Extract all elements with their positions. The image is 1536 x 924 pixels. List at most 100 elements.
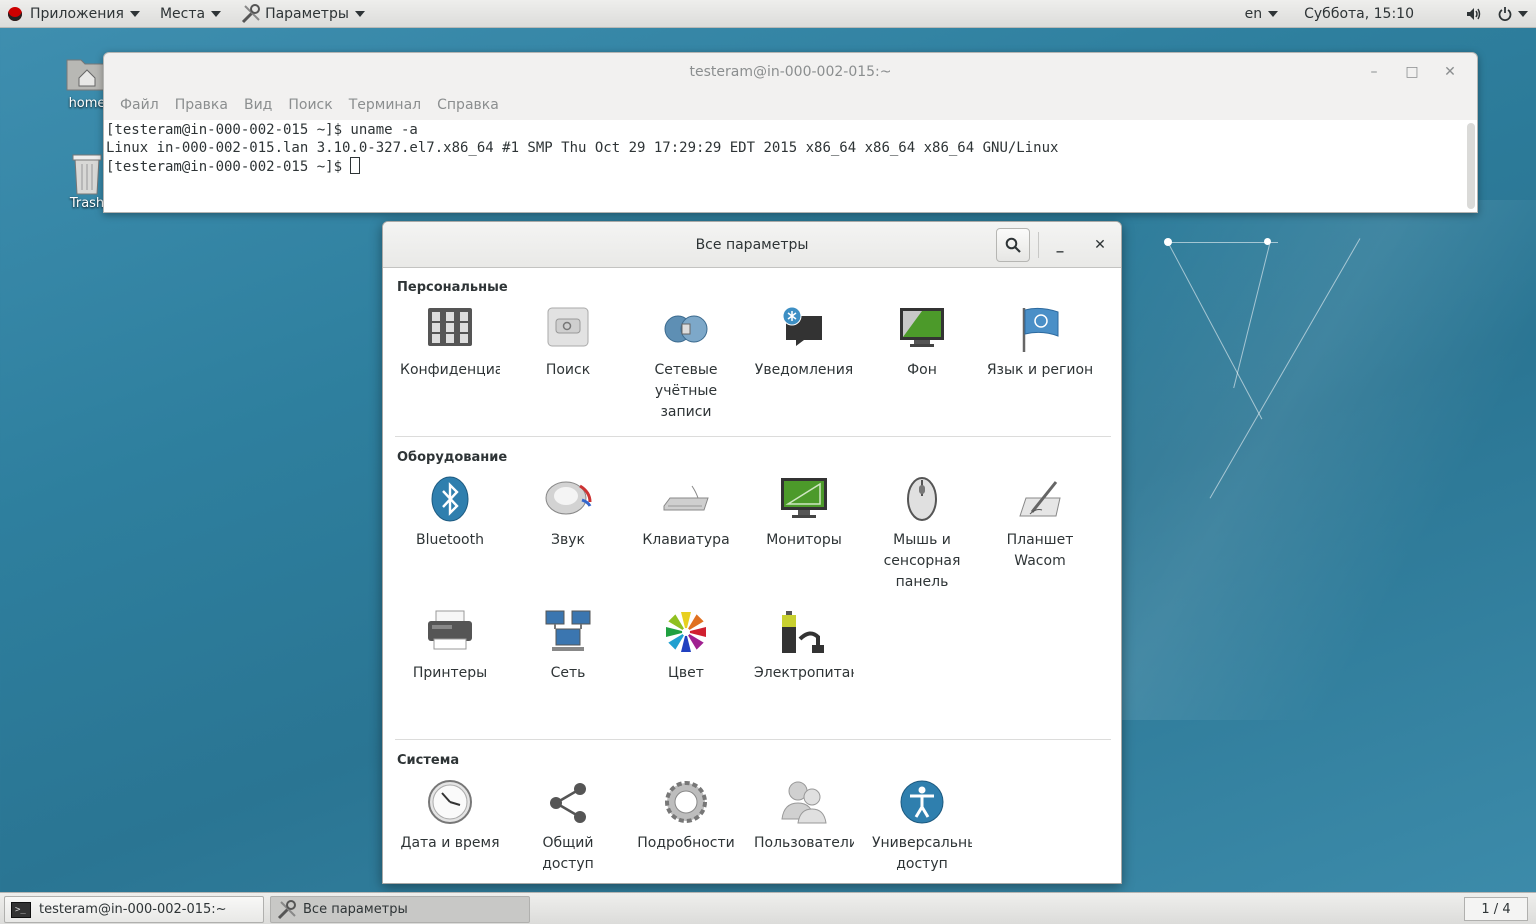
minimize-button[interactable]: – bbox=[1355, 53, 1393, 91]
panel-label: Мышь и сенсорная панель bbox=[883, 532, 961, 590]
task-terminal[interactable]: >_ testeram@in-000-002-015:~ bbox=[4, 896, 264, 923]
panel-label: Сеть bbox=[550, 665, 586, 681]
terminal-titlebar[interactable]: testeram@in-000-002-015:~ – □ ✕ bbox=[104, 53, 1477, 91]
panel-label: Фон bbox=[907, 362, 937, 378]
panel-search[interactable]: Поиск bbox=[509, 306, 627, 381]
menu-edit[interactable]: Правка bbox=[167, 97, 236, 113]
task-settings[interactable]: Все параметры bbox=[270, 896, 530, 923]
panel-displays[interactable]: Мониторы bbox=[745, 476, 863, 551]
panel-datetime[interactable]: Дата и время bbox=[391, 779, 509, 854]
terminal-menubar: Файл Правка Вид Поиск Терминал Справка bbox=[104, 91, 1477, 119]
settings-headerbar[interactable]: Все параметры _ ✕ bbox=[383, 222, 1121, 268]
settings-tools-icon bbox=[241, 3, 261, 24]
panel-label: Электропитание bbox=[754, 665, 854, 681]
panel-network[interactable]: Сеть bbox=[509, 609, 627, 684]
terminal-output[interactable]: [testeram@in-000-002-015 ~]$ uname -a Lin… bbox=[104, 120, 1477, 212]
panel-users[interactable]: Пользователи bbox=[745, 779, 863, 854]
online-accounts-icon bbox=[662, 306, 710, 354]
panel-online-accounts[interactable]: Сетевые учётные записи bbox=[627, 306, 745, 423]
volume-icon[interactable] bbox=[1458, 0, 1490, 28]
settings-window: Все параметры _ ✕ Персональные Конфиденц… bbox=[382, 221, 1122, 884]
desktop-icon-label: home bbox=[68, 96, 106, 111]
search-icon bbox=[1005, 237, 1021, 253]
panel-label: Клавиатура bbox=[642, 532, 730, 548]
maximize-button[interactable]: □ bbox=[1393, 53, 1431, 91]
clock-label: Суббота, 15:10 bbox=[1304, 5, 1414, 22]
users-icon bbox=[780, 779, 828, 827]
window-title: testeram@in-000-002-015:~ bbox=[689, 64, 892, 80]
menu-view[interactable]: Вид bbox=[236, 97, 280, 113]
panel-printers[interactable]: Принтеры bbox=[391, 609, 509, 684]
panel-details[interactable]: Подробности bbox=[627, 779, 745, 854]
panel-notifications[interactable]: Уведомления bbox=[745, 306, 863, 381]
terminal-line: Linux in-000-002-015.lan 3.10.0-327.el7.… bbox=[106, 140, 1059, 156]
panel-label: Подробности bbox=[637, 835, 735, 851]
close-button[interactable]: ✕ bbox=[1085, 222, 1115, 268]
power-menu-icon[interactable] bbox=[1490, 0, 1536, 28]
notifications-icon bbox=[780, 306, 828, 354]
menu-terminal[interactable]: Терминал bbox=[341, 97, 429, 113]
minimize-button[interactable]: _ bbox=[1045, 222, 1075, 268]
places-menu[interactable]: Места bbox=[152, 0, 229, 28]
panel-keyboard[interactable]: Клавиатура bbox=[627, 476, 745, 551]
menu-help[interactable]: Справка bbox=[429, 97, 507, 113]
workspace-label: 1 / 4 bbox=[1481, 901, 1511, 917]
language-label: en bbox=[1244, 5, 1263, 22]
clock[interactable]: Суббота, 15:10 bbox=[1296, 0, 1422, 28]
panel-label: Планшет Wacom bbox=[1006, 532, 1074, 569]
panel-bluetooth[interactable]: Bluetooth bbox=[391, 476, 509, 551]
accessibility-icon bbox=[898, 779, 946, 827]
search-button[interactable] bbox=[996, 228, 1030, 262]
desktop-icon-label: Trash bbox=[69, 196, 105, 211]
region-flag-icon bbox=[1016, 306, 1064, 354]
panel-wacom[interactable]: Планшет Wacom bbox=[981, 476, 1099, 572]
section-divider bbox=[395, 436, 1111, 437]
panel-label: Мониторы bbox=[766, 532, 842, 548]
panel-color[interactable]: Цвет bbox=[627, 609, 745, 684]
panel-label: Принтеры bbox=[412, 665, 488, 681]
task-label: Все параметры bbox=[303, 902, 408, 917]
keyboard-icon bbox=[662, 476, 710, 524]
search-settings-icon bbox=[544, 306, 592, 354]
panel-sharing[interactable]: Общий доступ bbox=[509, 779, 627, 875]
language-indicator[interactable]: en bbox=[1237, 0, 1287, 28]
top-panel: Приложения Места Параметры en Суббота, 1… bbox=[0, 0, 1536, 28]
panel-background[interactable]: Фон bbox=[863, 306, 981, 381]
power-icon bbox=[780, 609, 828, 657]
panel-privacy[interactable]: Конфиденциальность bbox=[391, 306, 509, 381]
mouse-icon bbox=[898, 476, 946, 524]
panel-label: Уведомления bbox=[754, 362, 854, 378]
panel-power[interactable]: Электропитание bbox=[745, 609, 863, 684]
printer-icon bbox=[426, 609, 474, 657]
section-title-system: Система bbox=[397, 753, 460, 768]
section-title-hardware: Оборудование bbox=[397, 450, 508, 465]
app-menu-settings[interactable]: Параметры bbox=[233, 0, 373, 28]
wallpaper-lines bbox=[1160, 238, 1536, 698]
panel-label: Bluetooth bbox=[416, 532, 484, 548]
panel-mouse[interactable]: Мышь и сенсорная панель bbox=[863, 476, 981, 593]
menu-file[interactable]: Файл bbox=[112, 97, 167, 113]
scrollbar[interactable] bbox=[1467, 123, 1475, 209]
chevron-down-icon bbox=[211, 10, 222, 17]
monitor-icon bbox=[780, 476, 828, 524]
panel-region[interactable]: Язык и регион bbox=[981, 306, 1099, 381]
panel-label: Универсальный доступ bbox=[872, 835, 972, 872]
chevron-down-icon bbox=[1518, 10, 1528, 17]
panel-universal-access[interactable]: Универсальный доступ bbox=[863, 779, 981, 875]
panel-label: Звук bbox=[551, 532, 585, 548]
text-cursor bbox=[350, 157, 361, 174]
close-button[interactable]: ✕ bbox=[1431, 53, 1469, 91]
panel-label: Пользователи bbox=[754, 835, 854, 851]
chevron-down-icon bbox=[354, 10, 365, 17]
app-menu-label: Параметры bbox=[265, 5, 349, 22]
applications-menu[interactable]: Приложения bbox=[0, 0, 148, 28]
panel-sound[interactable]: Звук bbox=[509, 476, 627, 551]
panel-label: Цвет bbox=[668, 665, 704, 681]
panel-label: Дата и время bbox=[400, 835, 500, 851]
sound-icon bbox=[544, 476, 592, 524]
menu-search[interactable]: Поиск bbox=[280, 97, 340, 113]
task-label: testeram@in-000-002-015:~ bbox=[39, 902, 227, 917]
terminal-icon: >_ bbox=[11, 901, 31, 918]
terminal-line: [testeram@in-000-002-015 ~]$ uname -a bbox=[106, 122, 418, 138]
workspace-switcher[interactable]: 1 / 4 bbox=[1464, 897, 1528, 921]
